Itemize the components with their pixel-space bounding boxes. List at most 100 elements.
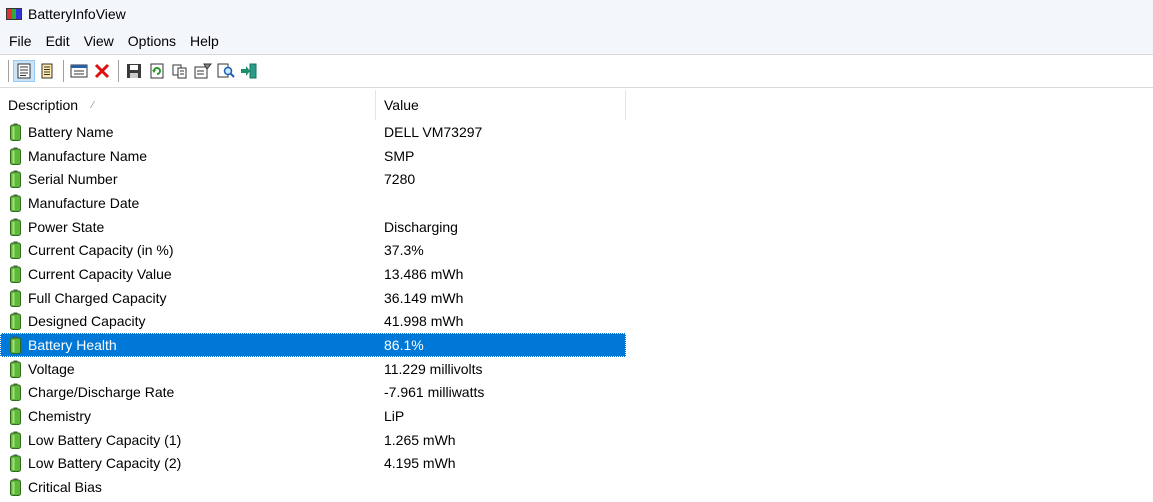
row-value: 11.229 millivolts (384, 360, 483, 377)
row-description: Serial Number (28, 171, 118, 188)
battery-icon (10, 407, 21, 426)
battery-icon (10, 147, 21, 165)
menu-help[interactable]: Help (183, 30, 226, 52)
row-description: Manufacture Date (28, 194, 140, 211)
row-value: Discharging (384, 218, 458, 235)
row-value: 41.998 mWh (384, 313, 464, 330)
list-row[interactable]: Current Capacity Value 13.486 mWh (0, 262, 626, 286)
row-description: Battery Name (28, 123, 114, 140)
properties-button[interactable] (192, 60, 214, 82)
title-bar: BatteryInfoView (0, 0, 1153, 28)
row-description: Chemistry (28, 408, 92, 425)
html-report-button[interactable] (13, 60, 35, 82)
exit-button[interactable] (238, 60, 260, 82)
delete-button[interactable] (91, 60, 113, 82)
app-icon (6, 8, 22, 20)
battery-icon (10, 478, 21, 497)
battery-icon (10, 241, 21, 260)
save-button[interactable] (123, 60, 145, 82)
row-value: 86.1% (384, 337, 424, 354)
list-row[interactable]: Battery Name DELL VM73297 (0, 120, 626, 144)
toolbar-separator (8, 60, 9, 82)
list-row[interactable]: Charge/Discharge Rate -7.961 milliwatts (0, 381, 626, 405)
menu-file[interactable]: File (2, 30, 39, 52)
menu-view[interactable]: View (77, 30, 121, 52)
list-row[interactable]: Power State Discharging (0, 215, 626, 239)
window-title: BatteryInfoView (28, 6, 126, 22)
list-row[interactable]: Low Battery Capacity (2) 4.195 mWh (0, 452, 626, 476)
battery-info-list: Description ⁄ Value Battery Name DELL VM… (0, 90, 1153, 502)
battery-icon (10, 123, 21, 141)
refresh-button[interactable] (146, 60, 168, 82)
menu-bar: File Edit View Options Help (0, 28, 1153, 54)
save-icon (127, 64, 141, 78)
row-value: 4.195 mWh (384, 455, 456, 472)
list-row[interactable]: Critical Bias (0, 475, 626, 499)
row-description: Power State (28, 218, 105, 235)
row-description: Current Capacity Value (28, 265, 172, 282)
row-description: Manufacture Name (28, 147, 148, 164)
battery-icon (10, 289, 21, 307)
row-description: Low Battery Capacity (2) (28, 455, 182, 472)
list-row[interactable]: Full Charged Capacity 36.149 mWh (0, 286, 626, 310)
list-row[interactable]: Voltage 11.229 millivolts (0, 357, 626, 381)
battery-icon (10, 265, 21, 283)
battery-icon (10, 194, 21, 212)
column-header-value-label: Value (384, 97, 419, 113)
battery-icon (10, 170, 21, 189)
refresh-icon (150, 63, 164, 79)
battery-icon (10, 336, 21, 355)
battery-icon (10, 218, 21, 236)
menu-edit[interactable]: Edit (39, 30, 77, 52)
properties-icon (194, 63, 212, 79)
window-button[interactable] (68, 60, 90, 82)
battery-icon (10, 360, 21, 378)
row-description: Designed Capacity (28, 313, 146, 330)
battery-icon (10, 312, 21, 331)
column-header-value[interactable]: Value (376, 90, 626, 120)
list-row[interactable]: Low Battery Capacity (1) 1.265 mWh (0, 428, 626, 452)
column-header-description[interactable]: Description ⁄ (0, 90, 376, 120)
row-value: 37.3% (384, 242, 424, 259)
row-description: Battery Health (28, 337, 117, 354)
toolbar (0, 54, 1153, 88)
row-value: 13.486 mWh (384, 265, 464, 282)
row-value: DELL VM73297 (384, 123, 483, 140)
row-value: SMP (384, 147, 415, 164)
list-row[interactable]: Current Capacity (in %) 37.3% (0, 238, 626, 262)
find-button[interactable] (215, 60, 237, 82)
row-description: Critical Bias (28, 479, 102, 496)
list-row[interactable]: Serial Number 7280 (0, 167, 626, 191)
copy-icon (172, 64, 187, 79)
html-report-icon (17, 63, 31, 79)
list-row[interactable]: Designed Capacity 41.998 mWh (0, 310, 626, 334)
row-description: Current Capacity (in %) (28, 242, 174, 259)
row-value: 1.265 mWh (384, 431, 456, 448)
row-value: LiP (384, 408, 405, 425)
row-description: Low Battery Capacity (1) (28, 431, 182, 448)
delete-icon (94, 63, 110, 79)
list-row[interactable]: Chemistry LiP (0, 404, 626, 428)
text-report-button[interactable] (36, 60, 58, 82)
row-description: Charge/Discharge Rate (28, 384, 175, 401)
copy-button[interactable] (169, 60, 191, 82)
app-window: BatteryInfoView File Edit View Options H… (0, 0, 1153, 502)
list-row[interactable]: Manufacture Name SMP (0, 144, 626, 168)
list-row-selected[interactable]: Battery Health 86.1% (0, 333, 626, 357)
text-report-icon (41, 63, 53, 79)
exit-icon (241, 63, 257, 79)
row-description: Voltage (28, 360, 75, 377)
battery-icon (10, 454, 21, 473)
list-row[interactable]: Manufacture Date (0, 191, 626, 215)
row-value: 36.149 mWh (384, 289, 464, 306)
toolbar-separator (118, 60, 119, 82)
sort-ascending-icon: ⁄ (92, 99, 94, 111)
window-icon (70, 64, 88, 78)
menu-options[interactable]: Options (121, 30, 183, 52)
find-icon (217, 63, 235, 78)
row-value: 7280 (384, 171, 416, 188)
toolbar-separator (63, 60, 64, 82)
battery-icon (10, 383, 21, 402)
column-header-description-label: Description (8, 97, 79, 113)
row-description: Full Charged Capacity (28, 289, 167, 306)
